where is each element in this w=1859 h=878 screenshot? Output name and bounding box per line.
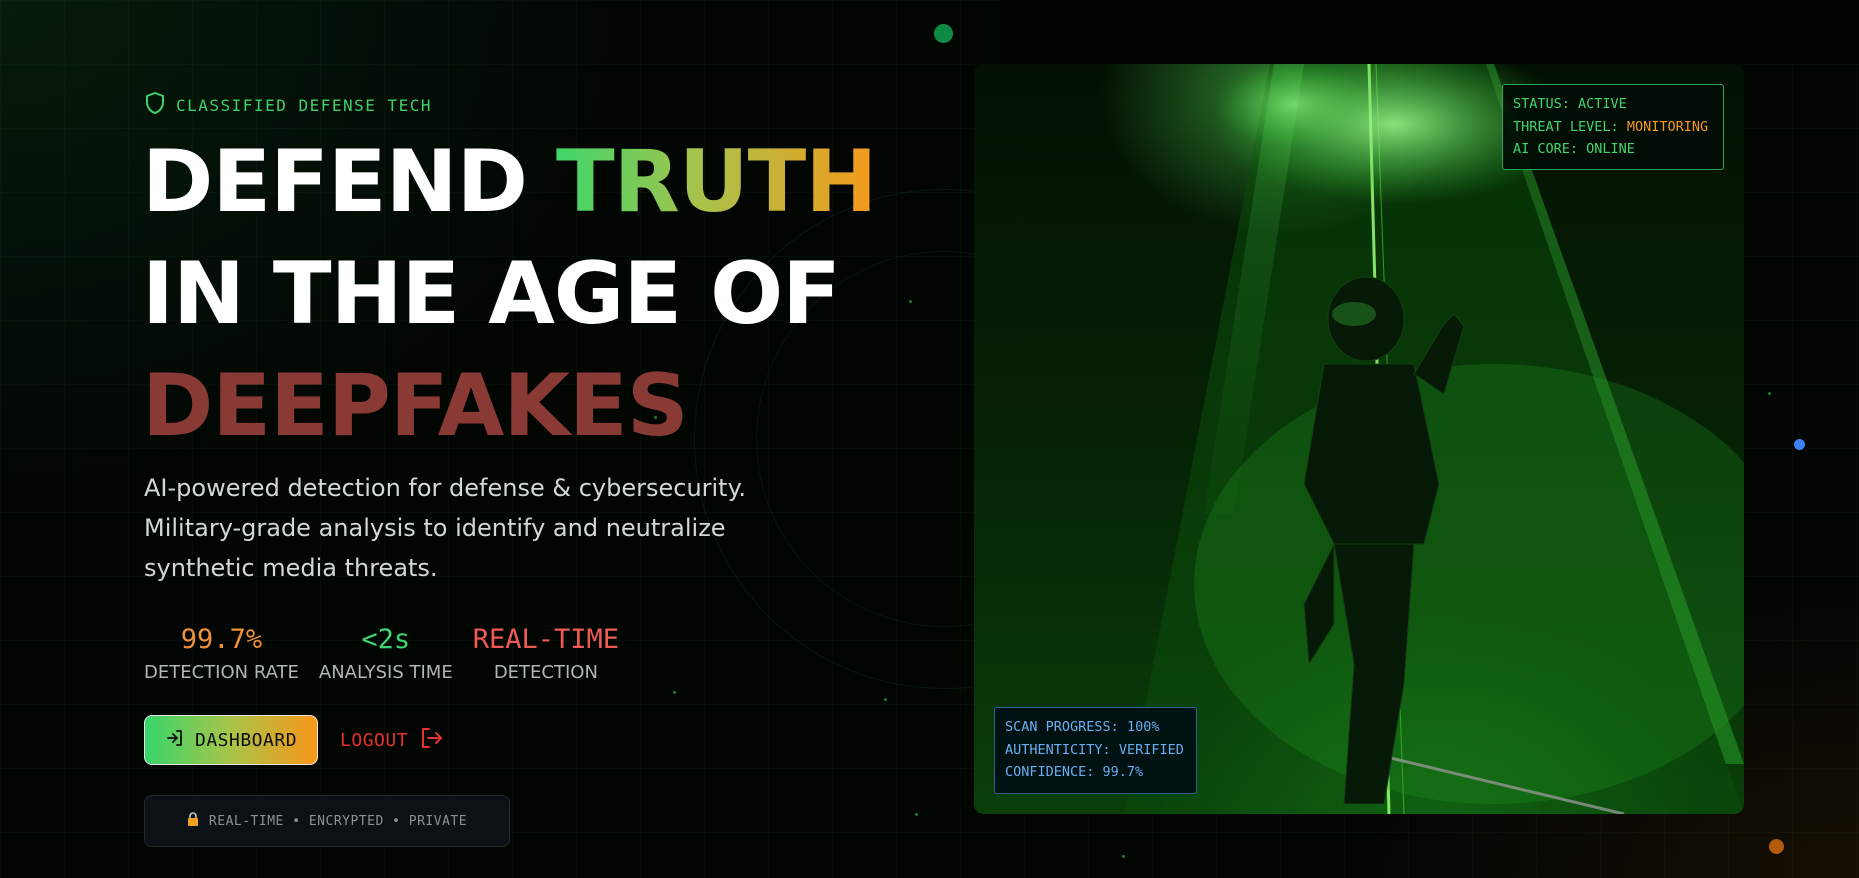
blue-orb: [1794, 439, 1805, 450]
stat-label: DETECTION: [493, 662, 598, 683]
shield-icon: [144, 91, 166, 119]
threat-value: MONITORING: [1626, 118, 1709, 135]
stats-row: 99.7% DETECTION RATE <2s ANALYSIS TIME R…: [144, 622, 619, 683]
authenticity-value: VERIFIED: [1118, 741, 1184, 758]
core-label: AI CORE:: [1513, 141, 1579, 157]
headline-word-truth: TRUTH: [555, 132, 877, 232]
orange-orb: [1769, 839, 1784, 854]
confidence-row: CONFIDENCE: 99.7%: [1005, 761, 1186, 784]
stat-value: REAL-TIME: [472, 624, 620, 655]
scan-panel: SCAN PROGRESS: 100% AUTHENTICITY: VERIFI…: [994, 707, 1197, 794]
particle: [884, 698, 887, 701]
logout-button[interactable]: LOGOUT: [340, 727, 444, 754]
hero-actions: DASHBOARD LOGOUT: [144, 715, 444, 765]
hero-image: [974, 64, 1744, 814]
dashboard-button-label: DASHBOARD: [195, 729, 298, 751]
particle: [1768, 392, 1771, 395]
authenticity-label: AUTHENTICITY:: [1005, 741, 1111, 758]
headline-word-defend: DEFEND: [142, 132, 528, 232]
stat-detection-rate: 99.7% DETECTION RATE: [144, 622, 299, 683]
stat-value: 99.7%: [180, 624, 263, 655]
particle: [915, 813, 918, 816]
security-note: REAL-TIME • ENCRYPTED • PRIVATE: [144, 795, 510, 847]
confidence-label: CONFIDENCE:: [1005, 764, 1095, 780]
top-band: [1000, 0, 1859, 64]
logout-button-label: LOGOUT: [340, 729, 409, 751]
scan-progress-label: SCAN PROGRESS:: [1005, 719, 1119, 735]
scan-progress-row: SCAN PROGRESS: 100%: [1005, 716, 1186, 739]
particle: [1122, 855, 1125, 858]
laser-figure-illustration: [1124, 64, 1744, 814]
headline-line-2: IN THE AGE OF: [142, 244, 841, 344]
security-note-text: REAL-TIME • ENCRYPTED • PRIVATE: [208, 813, 468, 829]
core-value: ONLINE: [1586, 141, 1635, 157]
stat-label: ANALYSIS TIME: [318, 662, 453, 683]
status-row: STATUS: ACTIVE: [1513, 93, 1713, 116]
scan-progress-value: 100%: [1126, 719, 1160, 735]
logout-icon: [420, 727, 444, 754]
stat-analysis-time: <2s ANALYSIS TIME: [319, 622, 453, 683]
hero-headline: DEFEND TRUTH IN THE AGE OF DEEPFAKES: [142, 126, 877, 462]
login-icon: [165, 728, 185, 753]
hero-subtitle: AI-powered detection for defense & cyber…: [144, 474, 747, 582]
threat-label: THREAT LEVEL:: [1513, 118, 1619, 135]
stat-value: <2s: [361, 624, 411, 655]
badge-label: CLASSIFIED DEFENSE TECH: [176, 95, 433, 115]
status-panel: STATUS: ACTIVE THREAT LEVEL: MONITORING …: [1502, 84, 1724, 170]
particle: [909, 300, 912, 303]
status-label: STATUS:: [1513, 96, 1570, 112]
classified-badge: CLASSIFIED DEFENSE TECH: [144, 91, 432, 119]
confidence-value: 99.7%: [1102, 764, 1144, 780]
threat-row: THREAT LEVEL: MONITORING: [1513, 116, 1713, 139]
particle: [673, 691, 676, 694]
green-orb: [934, 24, 953, 43]
dashboard-button[interactable]: DASHBOARD: [144, 715, 319, 765]
stat-label: DETECTION RATE: [144, 662, 299, 683]
headline-line-1: DEFEND TRUTH: [142, 126, 877, 238]
status-value: ACTIVE: [1578, 96, 1627, 112]
headline-line-3: DEEPFAKES: [142, 356, 689, 456]
core-row: AI CORE: ONLINE: [1513, 138, 1713, 161]
stat-real-time: REAL-TIME DETECTION: [473, 622, 619, 683]
lock-icon: [187, 812, 199, 830]
authenticity-row: AUTHENTICITY: VERIFIED: [1005, 739, 1186, 762]
